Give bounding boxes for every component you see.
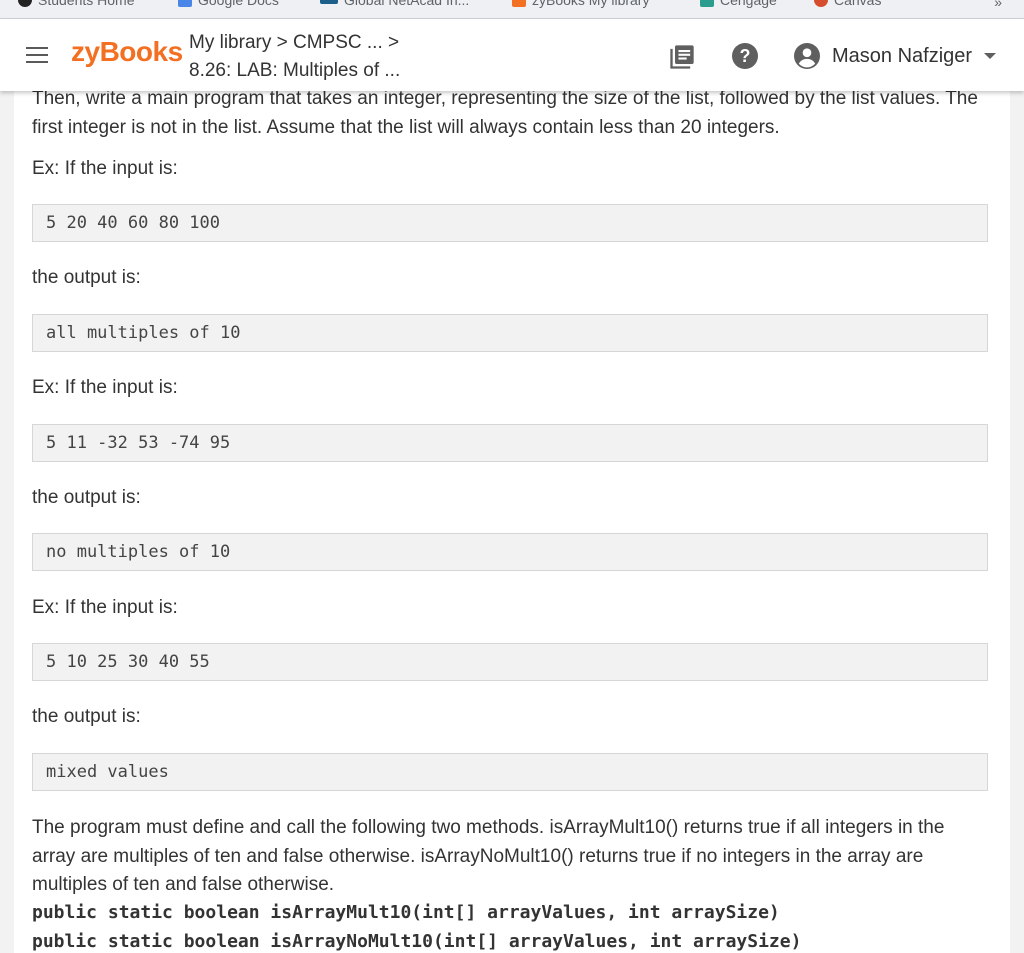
account-icon <box>794 43 820 69</box>
example-2-output-label: the output is: <box>32 487 141 508</box>
zybooks-icon <box>512 0 526 7</box>
intro-text: Then, write a main program that takes an… <box>32 91 978 138</box>
bookmarks-overflow-button[interactable]: » <box>994 0 1002 10</box>
breadcrumb-section-title[interactable]: 8.26: LAB: Multiples of ... <box>189 57 400 85</box>
bookmark-zybooks-library[interactable]: zyBooks My library <box>512 0 649 8</box>
cengage-icon <box>700 0 714 7</box>
example-1-output-label: the output is: <box>32 267 141 288</box>
google-docs-icon <box>178 0 192 7</box>
example-2-input: 5 11 -32 53 -74 95 <box>32 424 988 462</box>
bookmark-google-docs[interactable]: Google Docs <box>178 0 279 8</box>
bookmark-canvas[interactable]: Canvas <box>814 0 881 8</box>
example-1-input: 5 20 40 60 80 100 <box>32 204 988 242</box>
canvas-icon <box>814 0 828 7</box>
bookmark-students-home[interactable]: Students Home <box>18 0 135 8</box>
example-2-output: no multiples of 10 <box>32 533 988 571</box>
example-1-input-label: Ex: If the input is: <box>32 158 178 179</box>
netacad-icon <box>320 0 338 4</box>
breadcrumb-library-link[interactable]: My library > CMPSC ... > <box>189 29 400 57</box>
user-name: Mason Nafziger <box>832 44 973 67</box>
bookmark-global-netacad[interactable]: Global NetAcad In... <box>320 0 469 8</box>
user-menu[interactable]: Mason Nafziger <box>794 43 997 69</box>
example-3-input-label: Ex: If the input is: <box>32 597 178 618</box>
method-signature-nomult10: public static boolean isArrayNoMult10(in… <box>32 931 802 952</box>
bookmark-cengage[interactable]: Cengage <box>700 0 777 8</box>
example-3-output-label: the output is: <box>32 706 141 727</box>
students-home-icon <box>18 0 32 7</box>
chevron-down-icon <box>984 53 997 59</box>
help-icon[interactable]: ? <box>732 43 758 69</box>
example-1-output: all multiples of 10 <box>32 314 988 352</box>
example-3-input: 5 10 25 30 40 55 <box>32 643 988 681</box>
example-3-output: mixed values <box>32 753 988 791</box>
example-2-input-label: Ex: If the input is: <box>32 377 178 398</box>
app-header: zyBooks My library > CMPSC ... > 8.26: L… <box>0 19 1024 91</box>
lab-instructions: Then, write a main program that takes an… <box>14 91 1010 953</box>
menu-icon[interactable] <box>26 47 48 63</box>
zybooks-logo[interactable]: zyBooks <box>71 36 183 68</box>
methods-description: The program must define and call the fol… <box>32 817 945 895</box>
bookmarks-bar: Students Home Google Docs Global NetAcad… <box>0 0 1024 19</box>
table-of-contents-icon[interactable] <box>668 43 696 76</box>
breadcrumb: My library > CMPSC ... > 8.26: LAB: Mult… <box>189 29 400 85</box>
method-signature-mult10: public static boolean isArrayMult10(int[… <box>32 902 780 923</box>
